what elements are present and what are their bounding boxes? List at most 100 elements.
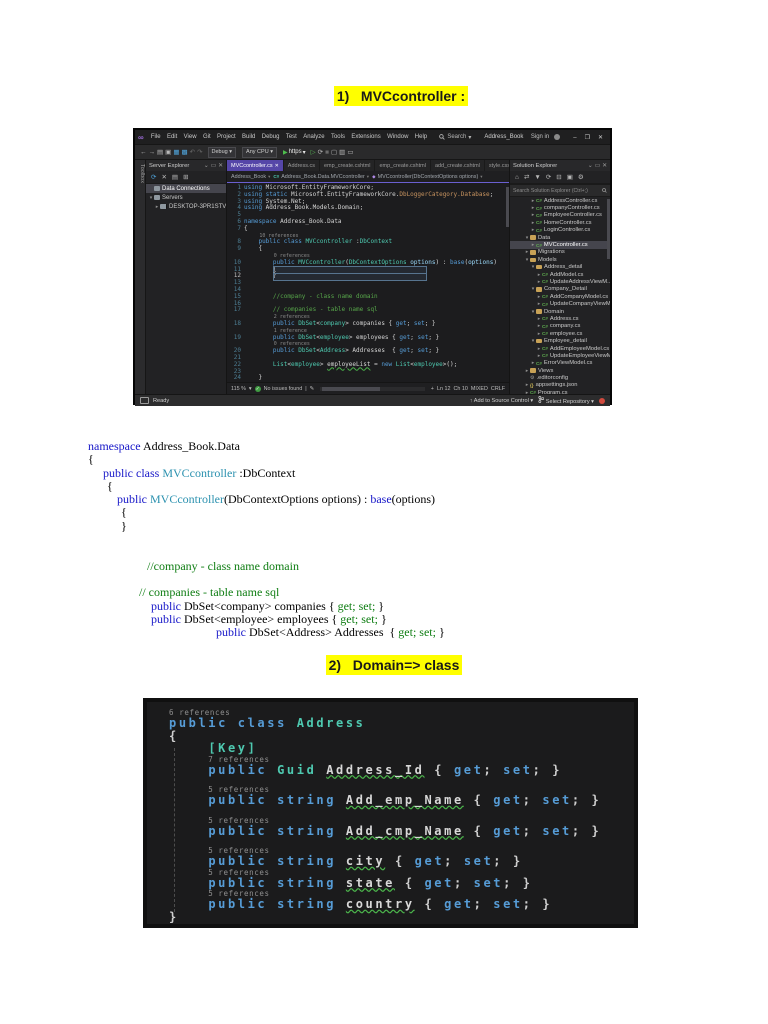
tab-add_create.cshtml[interactable]: add_create.cshtml: [431, 160, 485, 171]
line-indicator[interactable]: Ln 12: [437, 386, 451, 392]
start-without-debug-icon[interactable]: ▷: [310, 149, 317, 156]
zoom-select[interactable]: 115 %: [231, 386, 246, 392]
zoom-dropdown-icon[interactable]: ▾: [249, 386, 252, 392]
background-tasks-icon[interactable]: [140, 397, 149, 404]
tree-item-companyController.cs[interactable]: ▸ C# companyController.cs: [510, 204, 610, 211]
tree-item-Address.cs[interactable]: ▸ C# Address.cs: [510, 315, 610, 322]
tree-item-Domain[interactable]: ▾ Domain: [510, 308, 610, 315]
indent-mode-indicator[interactable]: MIXED: [471, 386, 488, 392]
menu-extensions[interactable]: Extensions: [348, 134, 384, 140]
menu-edit[interactable]: Edit: [164, 134, 181, 140]
menu-debug[interactable]: Debug: [259, 134, 283, 140]
tree-item-Migrations[interactable]: ▸ Migrations: [510, 249, 610, 256]
tree-item-UpdateAddressViewM...[interactable]: ▸ C# UpdateAddressViewM...: [510, 278, 610, 285]
document-code-text[interactable]: namespace Address_Book.Data{public class…: [88, 439, 648, 639]
refresh-icon[interactable]: ⟳: [150, 173, 157, 181]
hot-reload-icon[interactable]: ⟳: [317, 149, 324, 156]
menu-window[interactable]: Window: [384, 134, 412, 140]
tab-MVCcontroller.cs[interactable]: MVCcontroller.cs ✕: [227, 160, 284, 171]
restore-button[interactable]: ❐: [581, 135, 594, 141]
tree-item-Employee_detail[interactable]: ▾ Employee_detail: [510, 337, 610, 344]
health-check-icon[interactable]: ✓: [254, 385, 261, 392]
tab-emp_create.cshtml[interactable]: emp_create.cshtml: [375, 160, 431, 171]
tree-item-appsettings.json[interactable]: ▸{} appsettings.json: [510, 382, 610, 389]
dropdown-icon[interactable]: ⌄: [204, 163, 209, 169]
tree-item-UpdateEmployeeViewM...[interactable]: ▸ C# UpdateEmployeeViewM...: [510, 352, 610, 359]
menu-file[interactable]: File: [148, 134, 164, 140]
platform-select[interactable]: Any CPU ▾: [242, 146, 277, 158]
code-editor[interactable]: 1 using Microsoft.EntityFrameworkCore; 2 us…: [227, 183, 509, 382]
add-to-source-control-button[interactable]: ↑ Add to Source Control ▾: [470, 398, 533, 404]
tree-item-AddressController.cs[interactable]: ▸ C# AddressController.cs: [510, 197, 610, 204]
back-icon[interactable]: ←: [139, 149, 148, 156]
save-all-icon[interactable]: ▩: [180, 149, 188, 156]
tree-item-Models[interactable]: ▾ Models: [510, 256, 610, 263]
tree-item-AddCompanyModel.cs[interactable]: ▸ C# AddCompanyModel.cs: [510, 293, 610, 300]
connect-server-icon[interactable]: ⊞: [182, 173, 189, 181]
solution-search-input[interactable]: Search Solution Explorer (Ctrl+;): [510, 184, 610, 197]
tree-item-UpdateCompanyViewM...[interactable]: ▸ C# UpdateCompanyViewM...: [510, 300, 610, 307]
horizontal-scrollbar[interactable]: [320, 386, 425, 391]
edit-mode-icon[interactable]: ✎: [310, 386, 315, 392]
tree-item-Address_detail[interactable]: ▾ Address_detail: [510, 264, 610, 271]
tab-Address.cs[interactable]: Address.cs: [284, 160, 320, 171]
undo-icon[interactable]: ↶: [189, 149, 196, 156]
new-project-icon[interactable]: ▤: [156, 149, 164, 156]
menu-help[interactable]: Help: [412, 134, 431, 140]
tree-item-employee.cs[interactable]: ▸ C# employee.cs: [510, 330, 610, 337]
menu-analyze[interactable]: Analyze: [300, 134, 328, 140]
pin-icon[interactable]: ▭: [595, 163, 600, 169]
connect-db-icon[interactable]: ▤: [171, 173, 179, 181]
select-repository-button[interactable]: Select Repository ▾: [538, 396, 594, 405]
tree-item-Data[interactable]: ▾ Data: [510, 234, 610, 241]
breadcrumb-item[interactable]: C# Address_Book.Data.MVCcontroller ▾: [273, 174, 369, 180]
stop-refresh-icon[interactable]: ✕: [160, 173, 167, 181]
solution-explorer-scrollbar[interactable]: [607, 199, 610, 259]
tree-item-MVCcontroller.cs[interactable]: ▸ C# MVCcontroller.cs: [510, 241, 610, 249]
breadcrumb-item[interactable]: Address_Book ▾: [231, 174, 270, 180]
tree-item-company.cs[interactable]: ▸ C# company.cs: [510, 323, 610, 330]
menu-project[interactable]: Project: [214, 134, 239, 140]
scroll-plus-icon[interactable]: +: [431, 386, 434, 392]
close-button[interactable]: ✕: [594, 135, 607, 141]
tree-item-Program.cs[interactable]: ▸ C# Program.cs: [510, 389, 610, 394]
notifications-icon[interactable]: [599, 397, 605, 404]
tree-item-Servers[interactable]: ▾ Servers: [146, 193, 226, 202]
tree-item-DESKTOP-3PR1STV[interactable]: ▸ DESKTOP-3PR1STV: [146, 202, 226, 211]
menu-build[interactable]: Build: [239, 134, 259, 140]
switch-views-icon[interactable]: ⇄: [523, 173, 530, 181]
user-avatar[interactable]: [554, 134, 561, 140]
feedback-icon[interactable]: ▭: [346, 149, 354, 156]
close-icon[interactable]: ✕: [602, 163, 607, 169]
configuration-select[interactable]: Debug ▾: [207, 146, 237, 158]
toolbox-vertical-tab[interactable]: Toolbox: [135, 160, 146, 394]
sign-in-button[interactable]: Sign in: [531, 134, 549, 140]
refresh-icon[interactable]: ⟳: [545, 173, 552, 181]
properties-icon[interactable]: ⚙: [577, 173, 585, 181]
tree-item-LoginController.cs[interactable]: ▸ C# LoginController.cs: [510, 227, 610, 234]
dropdown-icon[interactable]: ⌄: [588, 163, 593, 169]
breadcrumb-item[interactable]: ◆ MVCcontroller(DbContextOptions options)…: [372, 174, 482, 180]
home-icon[interactable]: ⌂: [514, 174, 520, 181]
tree-item-Company_Detail[interactable]: ▾ Company_Detail: [510, 286, 610, 293]
redo-icon[interactable]: ↷: [196, 149, 203, 156]
tab-emp_create.cshtml[interactable]: emp_create.cshtml: [320, 160, 376, 171]
close-icon[interactable]: ✕: [218, 163, 223, 169]
menu-tools[interactable]: Tools: [328, 134, 348, 140]
tree-item-AddEmployeeModel.cs[interactable]: ▸ C# AddEmployeeModel.cs: [510, 345, 610, 352]
tree-item-HomeController.cs[interactable]: ▸ C# HomeController.cs: [510, 219, 610, 226]
menu-test[interactable]: Test: [283, 134, 300, 140]
sync-active-document-icon[interactable]: ▣: [566, 173, 574, 181]
search-control[interactable]: Search ▾: [439, 134, 471, 141]
tree-item-ErrorViewModel.cs[interactable]: ▸ C# ErrorViewModel.cs: [510, 360, 610, 367]
line-ending-indicator[interactable]: CRLF: [491, 386, 505, 392]
tree-item-Views[interactable]: ▸ Views: [510, 367, 610, 374]
collapse-all-icon[interactable]: ⊟: [555, 173, 562, 181]
tree-item-DataConnections[interactable]: Data Connections: [146, 184, 226, 193]
run-button[interactable]: ▶ https ▾: [283, 149, 306, 156]
column-indicator[interactable]: Ch 10: [453, 386, 467, 392]
build-icon[interactable]: ▢: [330, 149, 338, 156]
forward-icon[interactable]: →: [148, 149, 157, 156]
minimize-button[interactable]: –: [569, 135, 580, 141]
pin-icon[interactable]: ▭: [211, 163, 216, 169]
